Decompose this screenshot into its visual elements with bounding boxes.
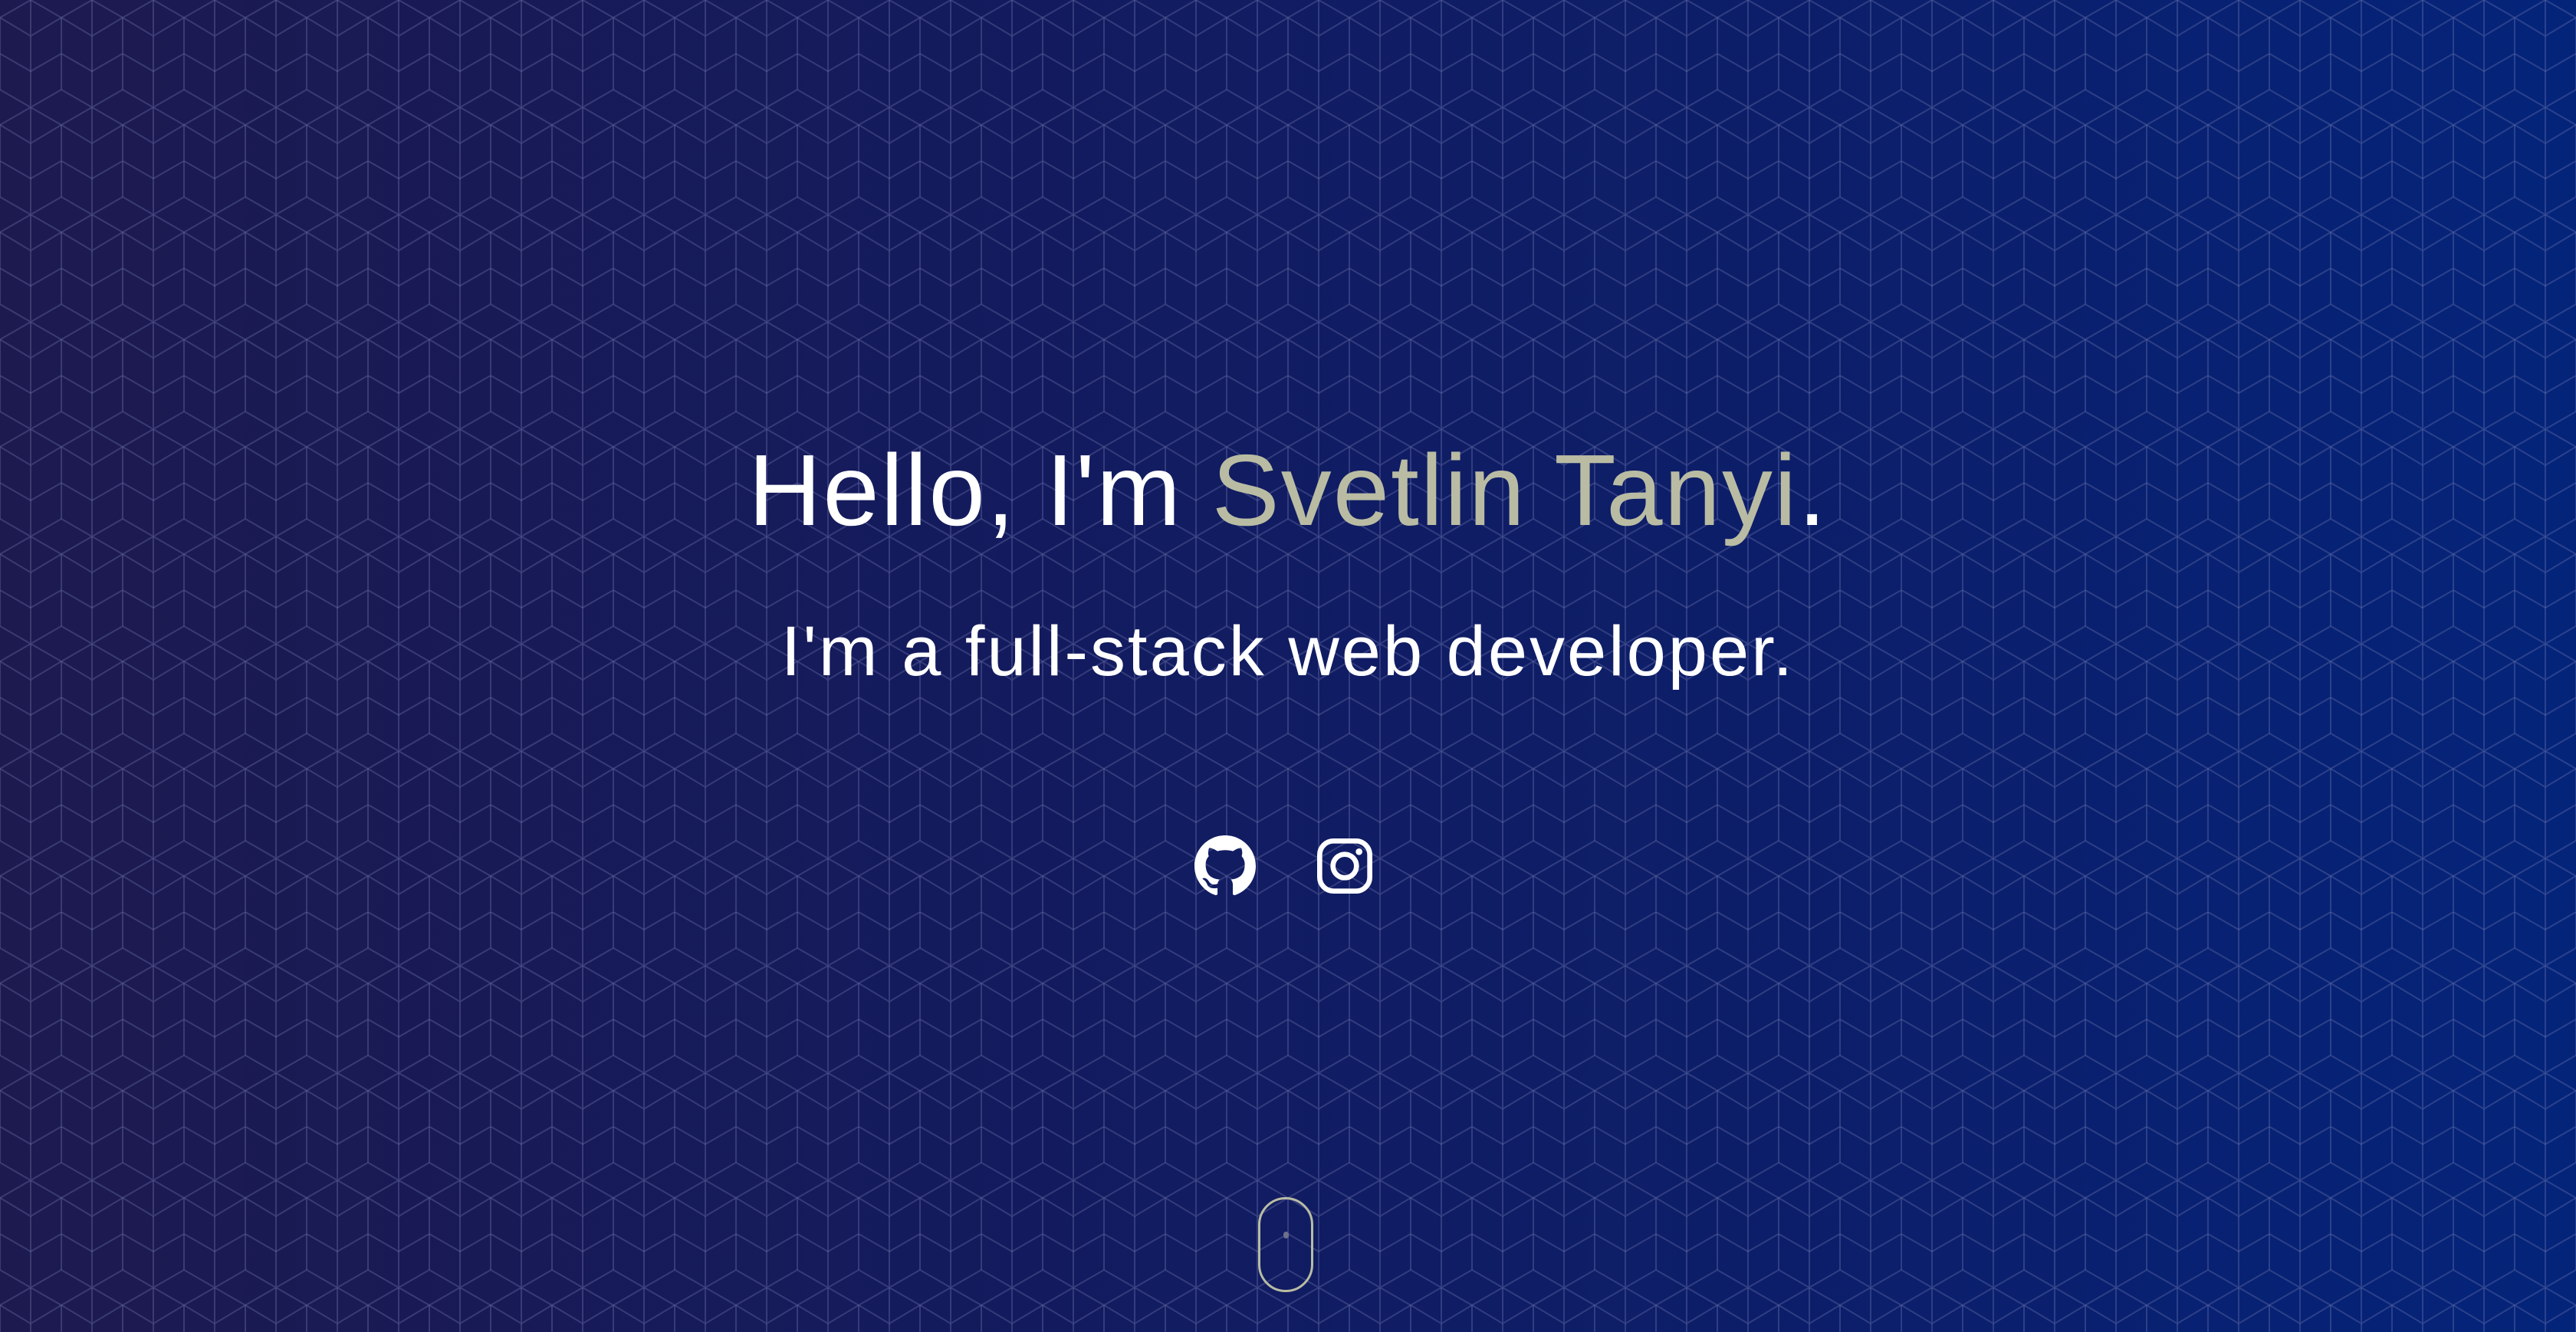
github-link[interactable] <box>1194 835 1256 897</box>
instagram-link[interactable] <box>1314 835 1375 897</box>
headline-period: . <box>1798 434 1828 546</box>
scroll-wheel-dot <box>1283 1232 1289 1238</box>
github-icon <box>1194 835 1256 896</box>
hero-headline: Hello, I'm Svetlin Tanyi. <box>0 429 2576 552</box>
hero-tagline: I'm a full-stack web developer. <box>780 612 1796 691</box>
name-text: Svetlin Tanyi <box>1211 434 1799 546</box>
greeting-text: Hello, I'm <box>748 434 1212 546</box>
scroll-down-indicator[interactable] <box>1258 1197 1313 1292</box>
instagram-icon <box>1317 838 1373 894</box>
hero-section: Hello, I'm Svetlin Tanyi. I'm a full-sta… <box>0 0 2576 1332</box>
social-links <box>1194 835 1375 897</box>
